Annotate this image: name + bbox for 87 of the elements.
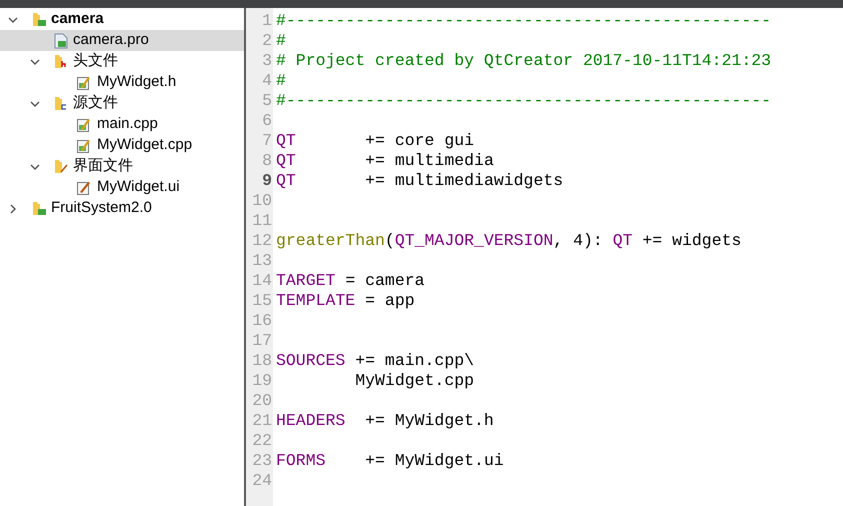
code-token: QT	[276, 151, 296, 171]
chevron-down-icon[interactable]	[8, 14, 18, 24]
line-number: 11	[251, 211, 273, 231]
code-token: #-------------------------------------------------	[276, 11, 772, 31]
code-token: QT	[276, 171, 296, 191]
code-token: += core gui	[364, 131, 474, 151]
tree-item-label: main.cpp	[97, 114, 158, 134]
line-number: 15	[251, 291, 273, 311]
tree-item-label: 界面文件	[73, 156, 133, 176]
code-token: QT_MAJOR_VERSION	[394, 231, 554, 251]
tree-item[interactable]: MyWidget.ui	[0, 177, 244, 198]
tree-item-label: 头文件	[73, 51, 118, 72]
code-token: greaterThan	[276, 231, 385, 251]
chevron-down-icon[interactable]	[30, 98, 40, 108]
line-number: 14	[251, 271, 273, 291]
tree-item[interactable]: MyWidget.h	[0, 72, 244, 93]
code-token: HEADERS	[276, 411, 346, 431]
tree-item[interactable]: main.cpp	[0, 114, 244, 135]
line-number: 13	[251, 251, 273, 271]
code-token: QT	[612, 231, 632, 251]
code-token: += multimedia	[364, 151, 494, 171]
tree-item[interactable]: 头文件	[0, 51, 244, 72]
tree-item-label: MyWidget.ui	[97, 177, 180, 198]
tree-item[interactable]: 界面文件	[0, 156, 244, 177]
tree-item[interactable]: FruitSystem2.0	[0, 198, 244, 219]
line-number: 24	[251, 471, 273, 491]
line-number: 17	[251, 331, 273, 351]
tree-item-label: camera	[51, 9, 104, 30]
line-number: 19	[251, 371, 273, 391]
code-file-icon	[77, 118, 90, 132]
line-number: 12	[251, 231, 273, 251]
code-token: , 4):	[553, 231, 604, 251]
chevron-down-icon[interactable]	[30, 162, 40, 172]
source-folder-icon	[54, 96, 68, 111]
code-token: = app	[364, 291, 415, 311]
chevron-down-icon[interactable]	[30, 56, 40, 66]
code-token: # Project created by QtCreator 2017-10-11T14:21:23	[276, 51, 772, 71]
project-folder-icon	[32, 12, 46, 27]
code-token: (	[384, 231, 395, 251]
tree-item-label: MyWidget.h	[97, 72, 176, 92]
project-file-icon	[54, 32, 68, 48]
code-token: MyWidget.cpp	[354, 371, 474, 391]
line-number: 8	[261, 151, 273, 171]
line-number: 3	[261, 51, 273, 71]
line-number: 9	[261, 171, 273, 191]
code-token: TEMPLATE	[276, 291, 356, 311]
code-token: QT	[276, 131, 296, 151]
tree-item[interactable]: 源文件	[0, 93, 244, 114]
tree-item-label: FruitSystem2.0	[51, 198, 152, 218]
line-number: 7	[261, 131, 273, 151]
code-token: += multimediawidgets	[364, 171, 564, 191]
project-folder-icon	[32, 201, 46, 216]
code-token: FORMS	[276, 451, 326, 471]
code-file-icon	[77, 140, 90, 152]
code-token: #	[276, 71, 286, 91]
code-token: #-------------------------------------------------	[276, 91, 772, 111]
tree-item[interactable]: camera.pro	[0, 30, 244, 51]
line-number: 23	[251, 451, 273, 471]
code-token: SOURCES	[276, 351, 346, 371]
tree-item-label: camera.pro	[73, 30, 149, 50]
code-token: += MyWidget.ui	[364, 451, 504, 471]
code-file-icon	[77, 76, 90, 90]
line-number: 22	[251, 431, 273, 451]
line-number: 20	[251, 391, 273, 411]
code-token: = camera	[344, 271, 425, 291]
line-number: 1	[261, 11, 273, 31]
line-number: 18	[251, 351, 273, 371]
line-number: 4	[261, 71, 273, 91]
header-folder-icon	[54, 54, 68, 69]
tree-item-label: MyWidget.cpp	[97, 135, 192, 156]
tree-item-label: 源文件	[73, 93, 118, 114]
code-token: += main.cpp\	[354, 351, 474, 371]
tree-item[interactable]: MyWidget.cpp	[0, 135, 244, 156]
line-number: 10	[251, 191, 273, 211]
line-number: 2	[261, 31, 273, 51]
line-number: 6	[261, 111, 273, 131]
chevron-right-icon[interactable]	[8, 204, 18, 214]
code-token: #	[276, 31, 286, 51]
code-token: TARGET	[276, 271, 336, 291]
form-folder-icon	[54, 159, 68, 174]
line-number: 5	[261, 91, 273, 111]
line-number: 21	[251, 411, 273, 431]
line-number: 16	[251, 311, 273, 331]
code-token: += widgets	[641, 231, 742, 251]
tree-item[interactable]: camera	[0, 9, 244, 30]
code-token: += MyWidget.h	[364, 411, 494, 431]
form-file-icon	[77, 182, 90, 194]
